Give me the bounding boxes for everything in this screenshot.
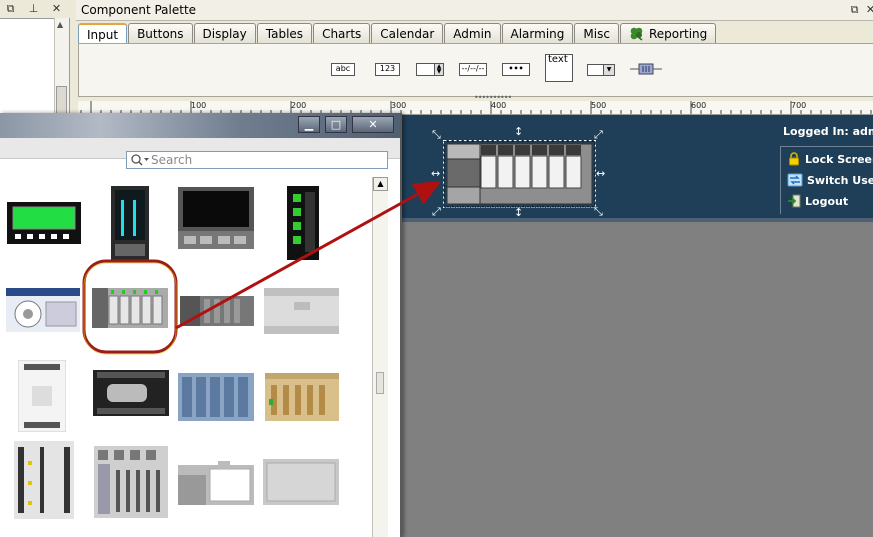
restore-icon[interactable]: ⧉	[4, 2, 17, 15]
resize-handle-s[interactable]: ↕	[514, 207, 523, 218]
project-browser-panel: ⧉ ⊥ ✕ ▲	[0, 0, 70, 120]
logout-button[interactable]: Logout	[787, 192, 848, 210]
resize-handle-n[interactable]: ↕	[514, 126, 523, 137]
palette-title-bar: Component Palette ⧉ ✕	[76, 0, 873, 21]
pin-icon[interactable]: ⊥	[27, 2, 40, 15]
pump-drive-image[interactable]	[6, 288, 80, 332]
clover-icon	[630, 27, 643, 41]
resize-handle-w[interactable]: ↔	[431, 168, 440, 179]
component-palette: Component Palette ⧉ ✕ Input Buttons Disp…	[76, 0, 873, 100]
tab-charts[interactable]: Charts	[313, 23, 371, 43]
text-field-component[interactable]: abc	[331, 63, 355, 76]
close-icon[interactable]: ✕	[864, 3, 873, 16]
tab-admin[interactable]: Admin	[444, 23, 501, 43]
scroll-thumb[interactable]	[56, 86, 67, 116]
scroll-up-icon[interactable]: ▲	[57, 20, 63, 29]
logged-in-label: Logged In: admi	[783, 125, 873, 138]
ruler-label: 300	[391, 101, 407, 110]
ruler-label: 200	[291, 101, 307, 110]
date-field-component[interactable]: --/--/--	[459, 63, 487, 76]
io-module-tower-image[interactable]	[287, 186, 319, 260]
tab-reporting[interactable]: Reporting	[619, 23, 717, 43]
lock-icon	[789, 152, 799, 166]
plc-rack-image[interactable]	[92, 288, 168, 328]
ruler-label: 400	[491, 101, 507, 110]
image-browser-title-bar[interactable]: ▁ □ ✕	[0, 113, 400, 138]
palette-title: Component Palette	[81, 3, 197, 17]
close-icon[interactable]: ✕	[50, 2, 63, 15]
resize-handle-se[interactable]: ⤡	[594, 206, 603, 217]
tan-io-rack-image[interactable]	[265, 373, 339, 421]
spinner-component[interactable]: ▲ ▼	[416, 63, 444, 76]
blue-modular-plc-image[interactable]	[178, 373, 254, 421]
slim-rack-image[interactable]	[180, 296, 254, 326]
search-icon[interactable]	[130, 153, 150, 167]
tab-display[interactable]: Display	[193, 23, 256, 43]
tab-misc[interactable]: Misc	[574, 23, 619, 43]
search-placeholder: Search	[151, 153, 193, 167]
restore-icon[interactable]: ⧉	[848, 3, 861, 16]
controllogix-chassis-image[interactable]	[178, 459, 254, 505]
search-input[interactable]: Search	[126, 151, 388, 169]
panel-scrollbar[interactable]: ▲	[54, 18, 69, 120]
close-window-button[interactable]: ✕	[352, 116, 394, 133]
compact-plc-image[interactable]	[264, 288, 339, 334]
resize-handle-nw[interactable]: ⤡	[432, 129, 441, 140]
image-grid-scrollbar[interactable]: ▲	[372, 177, 388, 537]
tab-calendar[interactable]: Calendar	[371, 23, 444, 43]
tab-buttons[interactable]: Buttons	[128, 23, 193, 43]
gray-io-chassis-image[interactable]	[94, 446, 168, 518]
selected-plc-component[interactable]: ⤡ ↕ ⤢ ↔ ↔ ⤢ ↕ ⤡	[431, 126, 605, 218]
banner-divider	[402, 218, 873, 222]
password-field-component[interactable]: •••	[502, 63, 530, 76]
tab-input[interactable]: Input	[78, 23, 128, 44]
switch-user-icon	[787, 173, 803, 187]
scroll-up-arrow[interactable]: ▲	[373, 177, 388, 191]
numeric-field-component[interactable]: 123	[375, 63, 400, 76]
logout-icon	[788, 194, 801, 208]
palette-components-area: abc 123 ▲ ▼ --/--/-- ••• text ▼	[78, 43, 873, 97]
ruler-label: 100	[191, 101, 207, 110]
scroll-thumb[interactable]	[376, 372, 384, 394]
resize-handle-e[interactable]: ↔	[596, 168, 605, 179]
tab-tables[interactable]: Tables	[256, 23, 313, 43]
switch-user-button[interactable]: Switch User	[787, 171, 873, 189]
ruler-label: 500	[591, 101, 607, 110]
panel-header: ⧉ ⊥ ✕	[0, 0, 70, 19]
tab-alarming[interactable]: Alarming	[501, 23, 574, 43]
dropdown-component[interactable]: ▼	[587, 64, 615, 76]
resize-handle-ne[interactable]: ⤢	[594, 129, 603, 140]
lock-screen-button[interactable]: Lock Screen	[787, 150, 873, 168]
minimize-button[interactable]: ▁	[298, 116, 320, 133]
black-plc-image[interactable]	[93, 370, 169, 416]
maximize-button[interactable]: □	[325, 116, 347, 133]
user-menu: Lock Screen Switch User Logout	[780, 146, 873, 214]
hmi-panel-image[interactable]	[7, 202, 81, 244]
palette-tabs: Input Buttons Display Tables Charts Cale…	[78, 23, 717, 44]
touch-terminal-image[interactable]	[178, 187, 254, 249]
ruler-label: 700	[791, 101, 807, 110]
splitter-grip[interactable]: ••••••••••	[474, 94, 514, 102]
resize-handle-sw[interactable]: ⤢	[432, 206, 441, 217]
slider-component[interactable]	[629, 62, 663, 76]
micro-plc-image[interactable]	[17, 359, 67, 433]
controller-tower-image[interactable]	[111, 186, 149, 260]
enclosure-image[interactable]	[263, 459, 339, 505]
tall-rack-image[interactable]	[14, 441, 74, 519]
text-area-component[interactable]: text	[545, 54, 573, 82]
ruler-label: 600	[691, 101, 707, 110]
